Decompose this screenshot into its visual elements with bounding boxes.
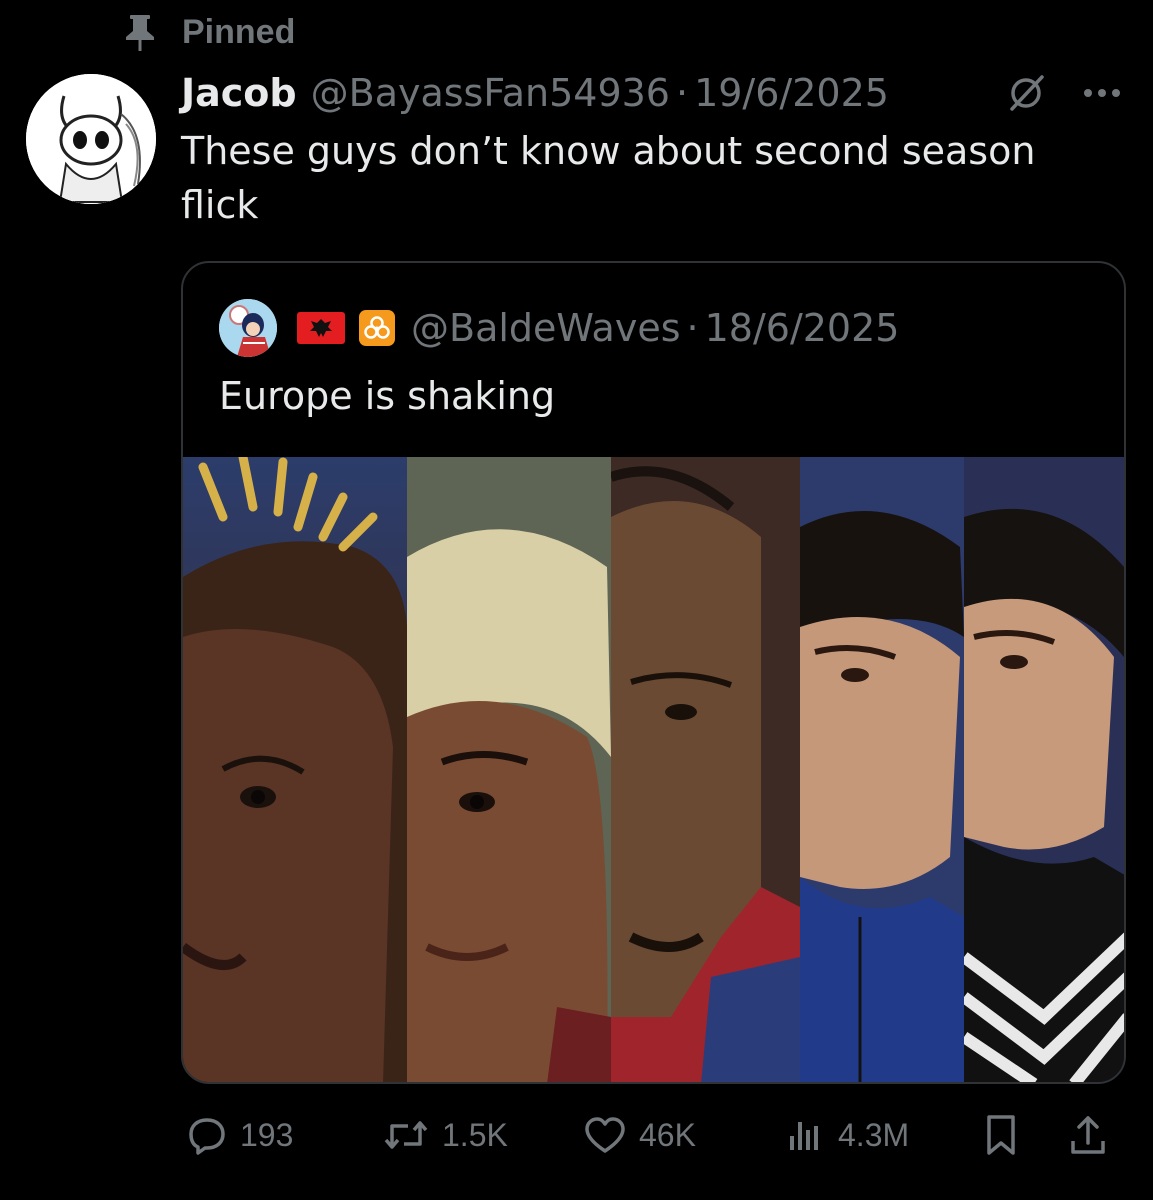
like-count: 46K xyxy=(639,1116,696,1153)
share-icon xyxy=(1071,1116,1105,1154)
views-icon xyxy=(790,1122,818,1150)
pinned-indicator: Pinned xyxy=(120,12,295,52)
quoted-tweet-image[interactable] xyxy=(183,457,1124,1082)
share-button[interactable] xyxy=(1068,1105,1108,1165)
image-panel-2 xyxy=(407,457,611,1082)
pin-icon xyxy=(120,12,160,52)
repost-button[interactable]: 1.5K xyxy=(382,1105,508,1165)
action-bar: 193 1.5K 46K 4.3M xyxy=(186,1105,1126,1165)
quoted-tweet-header: @BaldeWaves · 18/6/2025 xyxy=(219,298,899,358)
tweet-header: Jacob @BayassFan54936 · 19/6/2025 xyxy=(181,68,1125,118)
more-options-icon[interactable] xyxy=(1079,70,1125,116)
views-button[interactable]: 4.3M xyxy=(784,1105,909,1165)
reply-button[interactable]: 193 xyxy=(186,1105,293,1165)
image-panel-1 xyxy=(183,457,407,1082)
tweet-text: These guys don’t know about second seaso… xyxy=(181,129,1036,227)
repost-icon xyxy=(384,1121,428,1149)
reply-count: 193 xyxy=(240,1116,294,1153)
quoted-tweet-date[interactable]: 18/6/2025 xyxy=(705,306,900,350)
reply-icon xyxy=(189,1118,225,1155)
image-panel-5 xyxy=(964,457,1124,1082)
bookmark-icon xyxy=(987,1115,1015,1155)
image-panel-4 xyxy=(800,457,964,1082)
repost-count: 1.5K xyxy=(442,1116,508,1153)
author-name[interactable]: Jacob xyxy=(181,71,297,115)
author-avatar[interactable] xyxy=(26,74,156,204)
like-button[interactable]: 46K xyxy=(583,1105,696,1165)
header-separator: · xyxy=(675,71,689,115)
views-count: 4.3M xyxy=(838,1116,910,1153)
quoted-author-handle[interactable]: @BaldeWaves xyxy=(411,306,681,350)
quoted-author-avatar[interactable] xyxy=(219,299,277,357)
quoted-header-separator: · xyxy=(686,306,699,350)
albania-flag-icon xyxy=(297,312,345,344)
image-panel-3 xyxy=(611,457,800,1082)
heart-icon xyxy=(585,1117,625,1153)
bookmark-button[interactable] xyxy=(981,1105,1021,1165)
quoted-tweet[interactable]: @BaldeWaves · 18/6/2025 Europe is shakin… xyxy=(181,261,1126,1084)
biohazard-icon xyxy=(359,310,395,346)
pinned-label: Pinned xyxy=(182,12,296,51)
grok-icon[interactable] xyxy=(1003,70,1049,116)
tweet-date[interactable]: 19/6/2025 xyxy=(694,71,889,115)
quoted-tweet-text: Europe is shaking xyxy=(219,374,556,418)
author-handle[interactable]: @BayassFan54936 xyxy=(311,71,670,115)
